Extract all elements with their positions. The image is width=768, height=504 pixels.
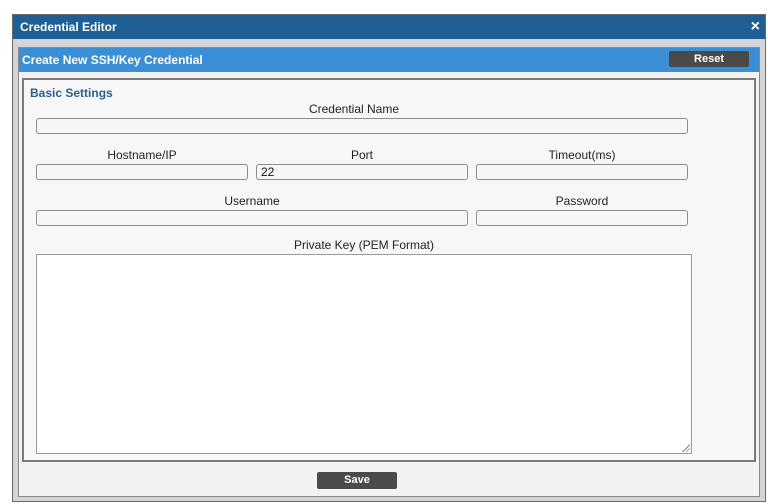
- resize-grip-icon[interactable]: [682, 444, 690, 452]
- hostname-input[interactable]: [36, 164, 248, 180]
- dialog-title: Credential Editor: [20, 20, 117, 34]
- credential-name-label: Credential Name: [308, 102, 400, 116]
- reset-button[interactable]: Reset: [669, 51, 749, 67]
- save-button[interactable]: Save: [317, 472, 397, 489]
- dialog-titlebar: Credential Editor ×: [13, 15, 765, 39]
- password-label: Password: [555, 194, 609, 208]
- credential-editor-dialog: Credential Editor × Create New SSH/Key C…: [12, 14, 766, 502]
- form-header-title: Create New SSH/Key Credential: [22, 53, 203, 67]
- private-key-textarea[interactable]: [36, 254, 692, 454]
- editor-frame: Create New SSH/Key Credential Reset Basi…: [18, 47, 760, 497]
- timeout-input[interactable]: [476, 164, 688, 180]
- section-title: Basic Settings: [30, 86, 113, 100]
- username-input[interactable]: [36, 210, 468, 226]
- timeout-label: Timeout(ms): [548, 148, 616, 162]
- form-header: Create New SSH/Key Credential Reset: [19, 48, 759, 72]
- username-label: Username: [224, 194, 280, 208]
- private-key-label: Private Key (PEM Format): [293, 238, 435, 252]
- password-input[interactable]: [476, 210, 688, 226]
- port-label: Port: [350, 148, 373, 162]
- credential-name-input[interactable]: [36, 118, 688, 134]
- basic-settings-panel: Basic Settings Credential Name Hostname/…: [22, 78, 756, 462]
- port-input[interactable]: [256, 164, 468, 180]
- hostname-label: Hostname/IP: [107, 148, 177, 162]
- close-icon[interactable]: ×: [751, 15, 760, 39]
